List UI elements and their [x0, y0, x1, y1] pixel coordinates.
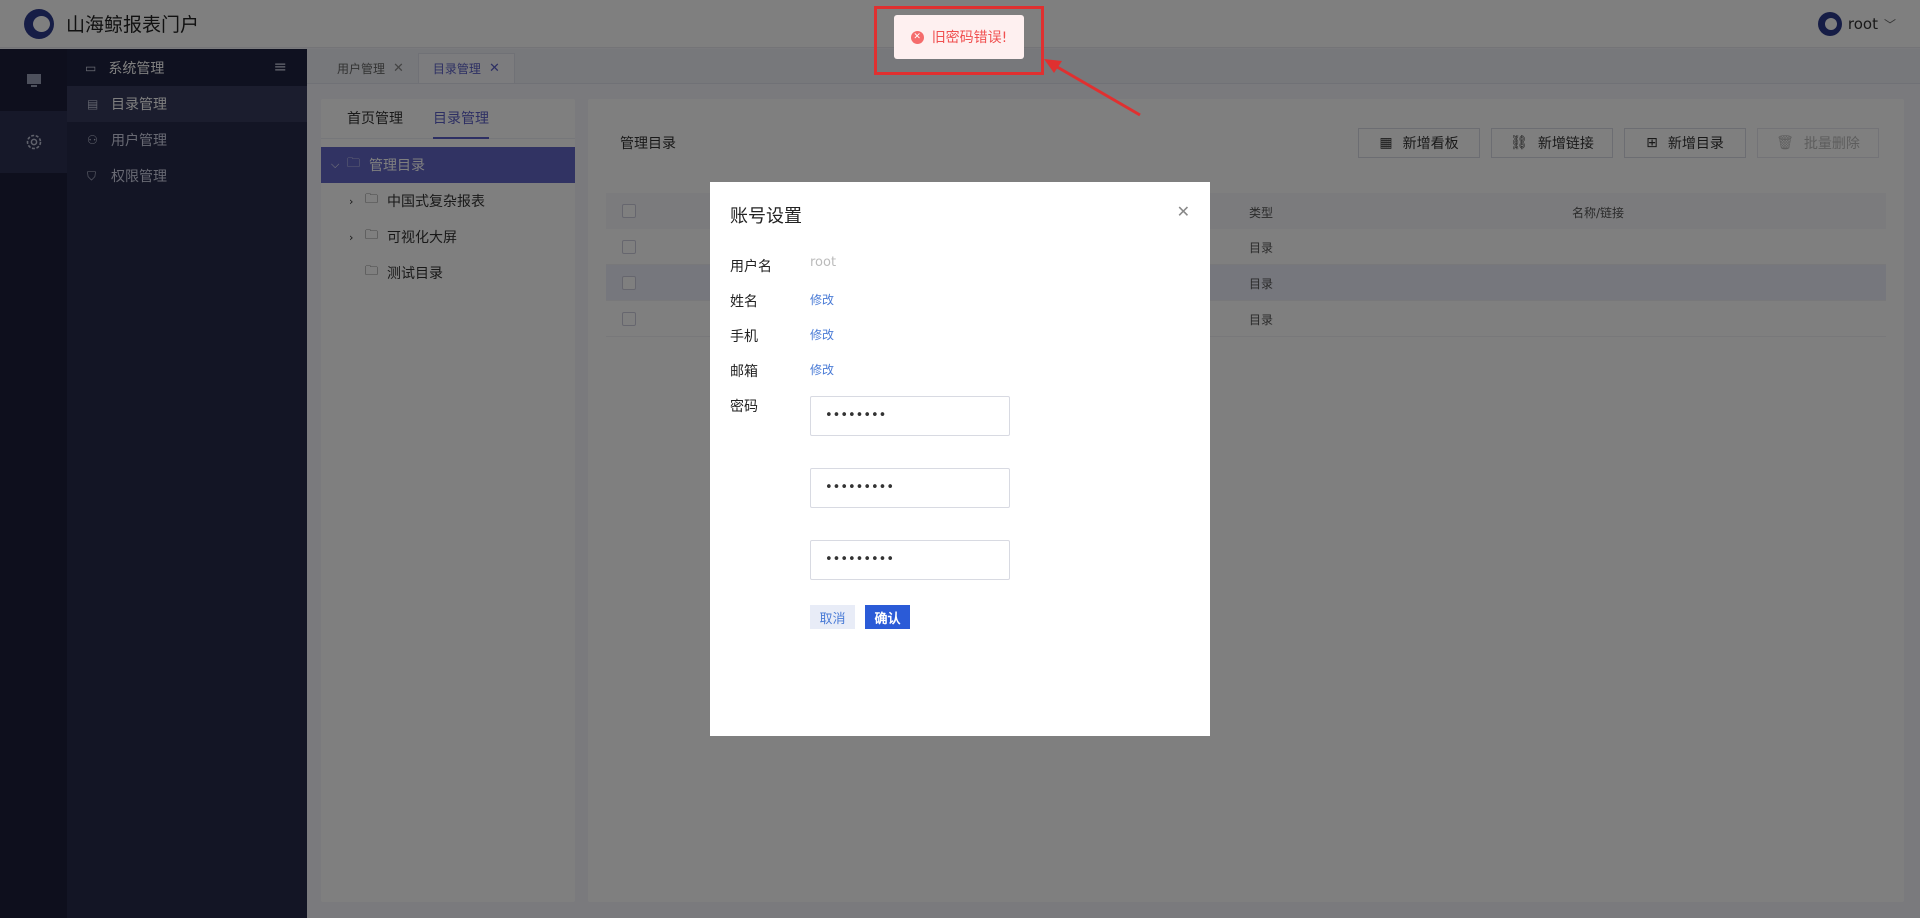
- cancel-button[interactable]: 取消: [810, 605, 855, 629]
- password-label: 密码: [730, 399, 758, 415]
- dialog-title: 账号设置: [730, 206, 802, 227]
- confirm-password-input[interactable]: •••••••••: [810, 540, 1010, 580]
- edit-phone-link[interactable]: 修改: [810, 326, 834, 343]
- username-value: root: [810, 255, 837, 270]
- phone-label: 手机: [730, 329, 758, 345]
- name-label: 姓名: [730, 294, 758, 310]
- old-password-input[interactable]: ••••••••: [810, 396, 1010, 436]
- new-password-input[interactable]: •••••••••: [810, 468, 1010, 508]
- username-label: 用户名: [730, 259, 772, 275]
- toast-message: 旧密码错误!: [931, 30, 1008, 46]
- edit-email-link[interactable]: 修改: [810, 361, 834, 378]
- edit-name-link[interactable]: 修改: [810, 291, 834, 308]
- annotation-arrow-icon: [1044, 59, 1141, 117]
- email-label: 邮箱: [730, 364, 758, 380]
- account-settings-dialog: 账号设置 ✕ 用户名 root 姓名 修改 手机 修改 邮箱 修改 密码 •••…: [710, 182, 1210, 736]
- error-icon: ✕: [910, 30, 924, 44]
- close-icon[interactable]: ✕: [1177, 202, 1190, 221]
- error-toast: ✕ 旧密码错误!: [894, 15, 1024, 59]
- confirm-button[interactable]: 确认: [865, 605, 910, 629]
